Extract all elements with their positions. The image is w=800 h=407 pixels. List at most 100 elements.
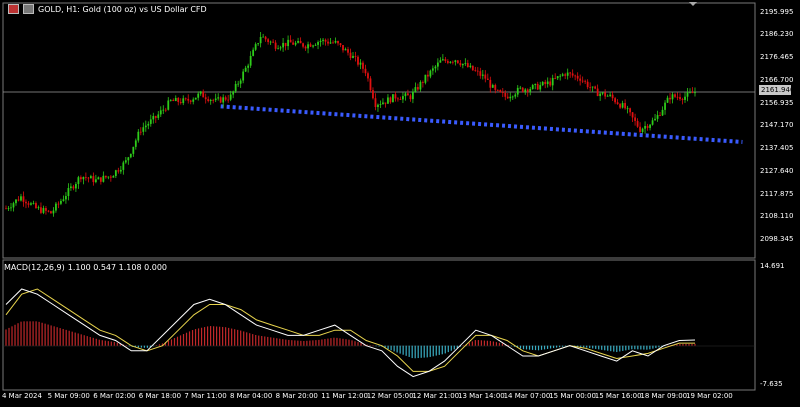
candle-body: [60, 200, 62, 204]
candle-body: [499, 90, 502, 93]
candle-body: [596, 88, 599, 97]
macd-hist-bar: [628, 345, 630, 350]
macd-hist-bar: [658, 345, 660, 348]
candle-body: [434, 66, 437, 69]
macd-hist-bar: [288, 339, 290, 346]
macd-hist-bar: [258, 335, 260, 346]
macd-name: MACD(12,26,9): [4, 263, 65, 272]
macd-hist-bar: [59, 328, 61, 346]
candle-body: [134, 140, 137, 147]
macd-hist-bar: [604, 345, 606, 351]
macd-hist-bar: [565, 345, 567, 347]
trendline[interactable]: [220, 104, 743, 144]
candle-body: [262, 36, 265, 38]
price-ytick: 2137.405: [760, 144, 794, 153]
macd-hist-bar: [143, 345, 146, 348]
time-xtick: 13 Mar 14:00: [458, 392, 505, 400]
macd-hist-bar: [14, 324, 16, 346]
candle-body: [501, 92, 504, 93]
candle-body: [274, 42, 277, 49]
time-xtick: 18 Mar 09:00: [640, 392, 688, 400]
candle-body: [414, 87, 417, 92]
candle-body: [382, 102, 384, 105]
candle-body: [614, 98, 617, 103]
macd-hist-bar: [336, 337, 338, 346]
candle-body: [576, 75, 579, 79]
candle-body: [464, 63, 467, 64]
macd-hist-bar: [270, 337, 272, 346]
macd-hist-bar: [649, 345, 651, 350]
candle-body: [651, 120, 654, 125]
candle-body: [289, 39, 292, 43]
candle-body: [22, 196, 25, 202]
candle-body: [337, 40, 339, 44]
macd-hist-bar: [691, 343, 693, 346]
candle-body: [571, 73, 574, 76]
candle-body: [486, 78, 489, 80]
macd-hist-bar: [65, 329, 67, 346]
macd-hist-bar: [38, 321, 40, 346]
trendline-segment[interactable]: [220, 104, 743, 144]
candle-body: [67, 188, 70, 197]
candle-body: [664, 102, 666, 110]
candle-body: [267, 39, 270, 42]
macd-values: 1.100 0.547 1.108 0.000: [67, 263, 168, 272]
macd-hist-bar: [339, 338, 341, 346]
candle-body: [529, 89, 532, 92]
macd-hist-bar: [552, 345, 555, 349]
candle-body: [384, 102, 387, 104]
candle-body: [456, 60, 459, 64]
candle-body: [12, 203, 15, 208]
chart-canvas[interactable]: [0, 0, 800, 407]
candlestick-series: [5, 32, 696, 217]
macd-hist-bar: [471, 341, 473, 346]
macd-hist-bar: [77, 333, 79, 346]
chart-shift-marker-icon[interactable]: [689, 2, 697, 6]
macd-hist-bar: [225, 327, 227, 346]
candle-body: [52, 210, 55, 214]
macd-hist-bar: [441, 345, 443, 355]
candle-body: [584, 80, 587, 82]
candle-body: [224, 97, 227, 100]
candle-body: [222, 97, 225, 103]
macd-hist-bar: [562, 345, 564, 347]
candle-body: [207, 99, 210, 102]
chart-frame: [2, 2, 756, 391]
candle-body: [122, 162, 125, 170]
macd-hist-bar: [86, 336, 88, 346]
symbol-title: GOLD, H1: Gold (100 oz) vs US Dollar CFD: [38, 4, 207, 14]
candle-body: [277, 48, 280, 50]
macd-hist-bar: [321, 339, 323, 346]
candle-body: [47, 210, 50, 212]
candle-body: [516, 87, 519, 95]
macd-hist-bar: [375, 345, 377, 347]
macd-hist-bar: [285, 339, 287, 346]
candle-body: [242, 71, 245, 81]
macd-hist-bar: [522, 345, 525, 350]
candle-body: [514, 94, 517, 97]
candle-body: [25, 201, 27, 204]
macd-hist-bar: [631, 345, 633, 350]
candle-body: [619, 104, 622, 108]
candle-body: [506, 96, 509, 99]
candle-body: [112, 175, 115, 178]
candle-body: [119, 169, 122, 172]
candle-body: [629, 108, 631, 113]
candle-body: [474, 70, 477, 72]
macd-hist-bar: [89, 337, 91, 346]
candle-body: [566, 72, 569, 76]
candle-body: [297, 40, 299, 43]
candle-body: [197, 93, 200, 98]
macd-hist-bar: [534, 345, 537, 351]
macd-hist-bar: [191, 330, 194, 346]
candle-body: [157, 114, 160, 118]
macd-hist-bar: [234, 329, 236, 346]
candle-body: [606, 95, 609, 97]
macd-hist-bar: [8, 327, 10, 346]
macd-hist-bar: [246, 332, 248, 346]
candle-body: [307, 44, 309, 49]
candle-body: [199, 91, 202, 94]
candle-body: [364, 68, 367, 74]
candle-body: [649, 124, 651, 128]
candle-body: [127, 157, 130, 161]
